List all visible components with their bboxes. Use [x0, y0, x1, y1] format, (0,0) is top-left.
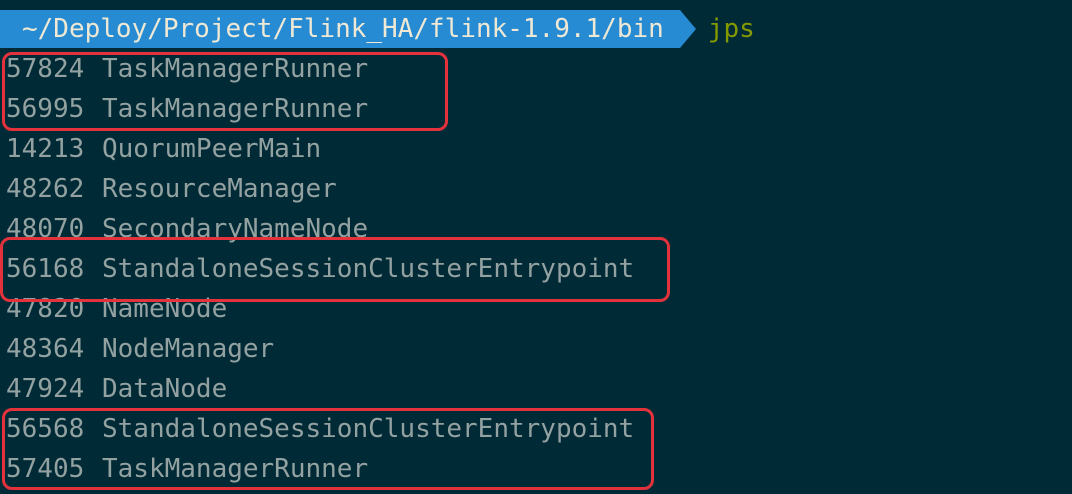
highlight-box-session-entrypoint — [0, 237, 670, 302]
shell-prompt: ~/Deploy/Project/Flink_HA/flink-1.9.1/bi… — [0, 10, 755, 48]
process-name: DataNode — [102, 374, 228, 404]
process-row: 48262 ResourceManager — [6, 169, 634, 209]
command-text: jps — [707, 14, 755, 44]
process-pid: 47924 — [6, 374, 85, 404]
prompt-path: ~/Deploy/Project/Flink_HA/flink-1.9.1/bi… — [0, 10, 680, 48]
process-pid: 14213 — [6, 134, 85, 164]
process-pid: 48262 — [6, 174, 85, 204]
highlight-box-bottom-pair — [2, 408, 654, 490]
process-row: 48364 NodeManager — [6, 329, 634, 369]
terminal-window[interactable]: ~/Deploy/Project/Flink_HA/flink-1.9.1/bi… — [0, 0, 1072, 494]
process-name: QuorumPeerMain — [102, 134, 322, 164]
process-row: 14213 QuorumPeerMain — [6, 129, 634, 169]
process-row: 47924 DataNode — [6, 369, 634, 409]
highlight-box-taskmanagers-top — [2, 52, 448, 131]
prompt-arrow-icon — [679, 10, 696, 48]
process-pid: 48364 — [6, 334, 85, 364]
process-name: ResourceManager — [102, 174, 337, 204]
process-name: NodeManager — [102, 334, 275, 364]
